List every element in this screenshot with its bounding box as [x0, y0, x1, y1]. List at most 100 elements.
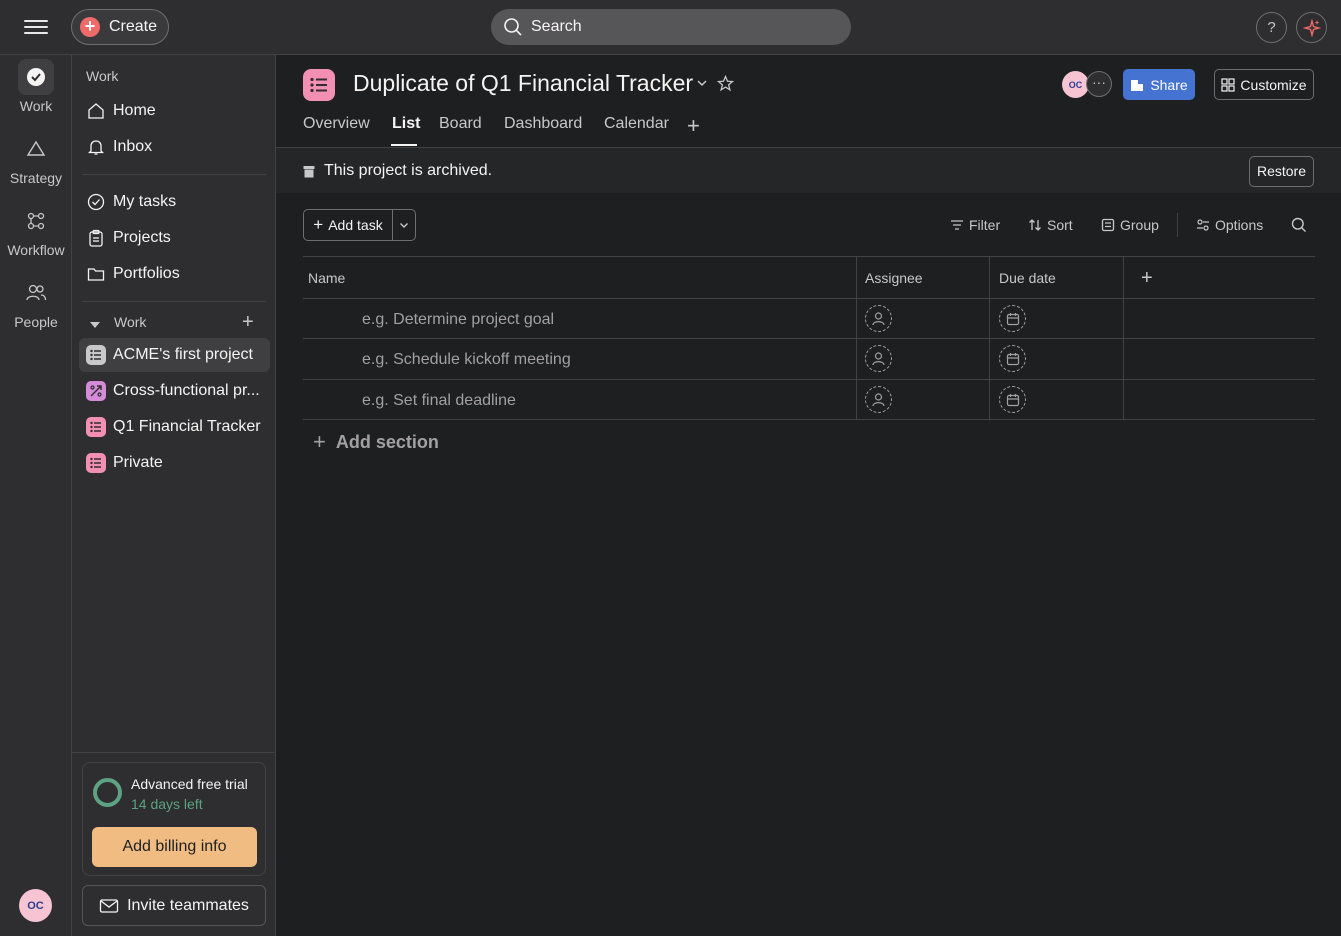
group-icon — [1101, 218, 1115, 232]
check-circle-icon — [86, 192, 106, 212]
members-more-button[interactable]: ··· — [1086, 71, 1112, 97]
grid-icon — [1221, 77, 1236, 92]
trial-card: Advanced free trial 14 days left Add bil… — [82, 762, 266, 876]
sidebar-item-label: Inbox — [113, 138, 153, 155]
sort-label: Sort — [1047, 217, 1073, 233]
search-placeholder: Search — [531, 18, 582, 35]
table-col-divider — [989, 256, 990, 420]
trial-title: Advanced free trial — [131, 776, 248, 792]
sidebar-item-label: Private — [113, 454, 163, 471]
menu-icon[interactable] — [22, 16, 50, 38]
column-header-name[interactable]: Name — [308, 270, 345, 286]
member-avatar[interactable]: OC — [1062, 71, 1089, 98]
invite-teammates-button[interactable]: Invite teammates — [82, 885, 266, 926]
trial-days-left: 14 days left — [131, 796, 203, 812]
sidebar-project-private[interactable]: Private — [79, 446, 270, 480]
bell-icon — [86, 137, 106, 157]
toolbar-divider — [1177, 213, 1178, 237]
add-project-icon[interactable]: + — [242, 312, 254, 332]
add-column-button[interactable]: + — [1141, 267, 1153, 290]
add-section-button[interactable]: + Add section — [313, 429, 439, 455]
add-task-dropdown[interactable] — [393, 210, 415, 240]
assignee-person-icon[interactable] — [865, 345, 892, 372]
rail-item-workflow[interactable]: Workflow — [0, 203, 72, 258]
rail-item-people[interactable]: People — [0, 275, 72, 330]
add-task-label: Add task — [328, 217, 383, 233]
add-billing-button[interactable]: Add billing info — [92, 827, 257, 867]
sidebar-item-label: My tasks — [113, 193, 177, 210]
sidebar-project-cross-functional[interactable]: Cross-functional pr... — [79, 374, 270, 408]
share-button[interactable]: Share — [1123, 69, 1195, 100]
workflow-icon — [18, 203, 54, 239]
due-date-calendar-icon[interactable] — [999, 345, 1026, 372]
tab-board[interactable]: Board — [439, 115, 482, 133]
sidebar-work-heading[interactable]: Work — [114, 314, 146, 330]
user-avatar[interactable]: OC — [19, 889, 52, 922]
tab-calendar[interactable]: Calendar — [604, 115, 669, 133]
column-header-due-date[interactable]: Due date — [999, 270, 1056, 286]
task-name[interactable]: e.g. Set final deadline — [362, 392, 516, 410]
sort-icon — [1029, 219, 1041, 231]
project-title[interactable]: Duplicate of Q1 Financial Tracker — [353, 70, 693, 97]
sidebar-item-label: Projects — [113, 229, 171, 246]
folder-icon — [86, 264, 106, 284]
star-icon[interactable] — [716, 74, 735, 96]
assignee-person-icon[interactable] — [865, 386, 892, 413]
list-icon — [86, 345, 106, 365]
add-tab-button[interactable]: + — [687, 113, 700, 139]
sidebar-item-label: Q1 Financial Tracker — [113, 418, 261, 435]
ai-sparkle-button[interactable] — [1296, 12, 1327, 43]
create-button[interactable]: + Create — [71, 9, 169, 45]
due-date-calendar-icon[interactable] — [999, 386, 1026, 413]
sidebar-divider — [82, 174, 266, 175]
task-name[interactable]: e.g. Schedule kickoff meeting — [362, 351, 571, 369]
tab-dashboard[interactable]: Dashboard — [504, 115, 582, 133]
add-task-group: + Add task — [303, 209, 416, 241]
customize-button[interactable]: Customize — [1214, 69, 1314, 100]
archived-text: This project is archived. — [324, 162, 493, 179]
chevron-down-icon[interactable] — [695, 76, 709, 94]
restore-button[interactable]: Restore — [1249, 156, 1314, 187]
add-section-label: Add section — [335, 431, 439, 452]
rail-item-strategy[interactable]: Strategy — [0, 131, 72, 186]
filter-button[interactable]: Filter — [950, 217, 1000, 233]
search-icon[interactable] — [1291, 217, 1307, 237]
table-border — [303, 256, 1315, 257]
sidebar-item-inbox[interactable]: Inbox — [79, 130, 270, 164]
sidebar-item-label: Cross-functional pr... — [113, 382, 260, 399]
archived-banner: This project is archived. Restore — [276, 147, 1341, 193]
task-name[interactable]: e.g. Determine project goal — [362, 311, 554, 329]
building-icon — [1131, 79, 1144, 91]
table-border — [303, 419, 1315, 420]
add-task-button[interactable]: + Add task — [304, 210, 393, 240]
sidebar-section-title: Work — [86, 68, 119, 84]
assignee-person-icon[interactable] — [865, 305, 892, 332]
mail-icon — [99, 898, 119, 913]
help-button[interactable]: ? — [1256, 12, 1287, 43]
rail-item-work[interactable]: Work — [0, 59, 72, 114]
due-date-calendar-icon[interactable] — [999, 305, 1026, 332]
sidebar-divider — [72, 752, 276, 753]
tab-overview[interactable]: Overview — [303, 115, 370, 133]
sidebar-item-my-tasks[interactable]: My tasks — [79, 185, 270, 219]
sidebar-project-q1-tracker[interactable]: Q1 Financial Tracker — [79, 410, 270, 444]
shuffle-icon — [86, 381, 106, 401]
table-col-divider — [856, 256, 857, 420]
sidebar-item-portfolios[interactable]: Portfolios — [79, 257, 270, 291]
tab-list[interactable]: List — [392, 115, 420, 133]
sidebar-item-label: ACME's first project — [113, 346, 253, 363]
project-list-icon[interactable] — [303, 69, 335, 101]
sort-button[interactable]: Sort — [1028, 217, 1073, 233]
search-icon — [504, 18, 522, 36]
table-border — [303, 338, 1315, 339]
options-button[interactable]: Options — [1196, 217, 1263, 233]
sparkle-icon — [1302, 18, 1321, 37]
column-header-assignee[interactable]: Assignee — [865, 270, 923, 286]
collapse-triangle-icon[interactable] — [89, 317, 101, 334]
sidebar-item-home[interactable]: Home — [79, 94, 270, 128]
rail-label: People — [14, 314, 58, 330]
search-input[interactable]: Search — [491, 9, 851, 45]
sidebar-project-acme[interactable]: ACME's first project — [79, 338, 270, 372]
sidebar-item-projects[interactable]: Projects — [79, 221, 270, 255]
group-button[interactable]: Group — [1101, 217, 1159, 233]
